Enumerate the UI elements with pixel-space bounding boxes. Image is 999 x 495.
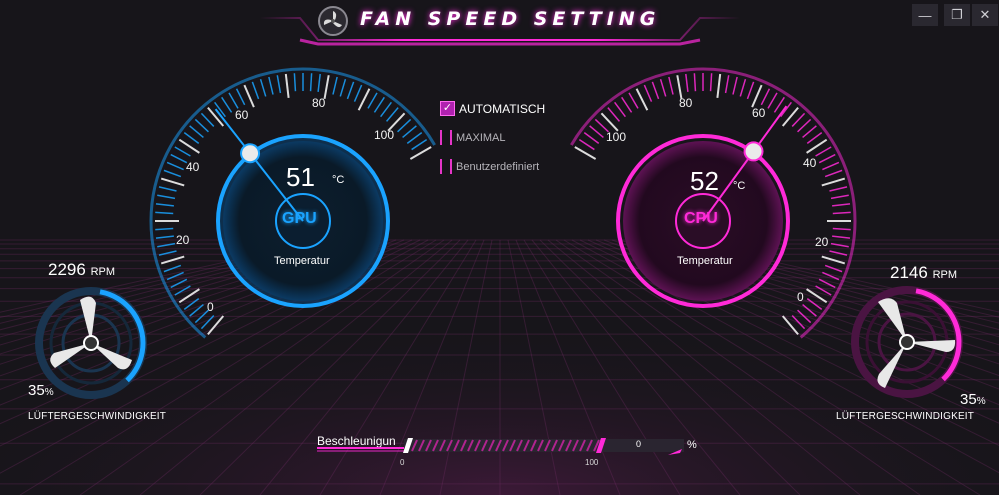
acceleration-value: 0 xyxy=(636,439,642,449)
acceleration-unit: % xyxy=(687,439,697,451)
acceleration-min-label: 0 xyxy=(400,458,405,467)
acceleration-slider[interactable] xyxy=(0,0,999,495)
acceleration-max-label: 100 xyxy=(585,458,599,467)
